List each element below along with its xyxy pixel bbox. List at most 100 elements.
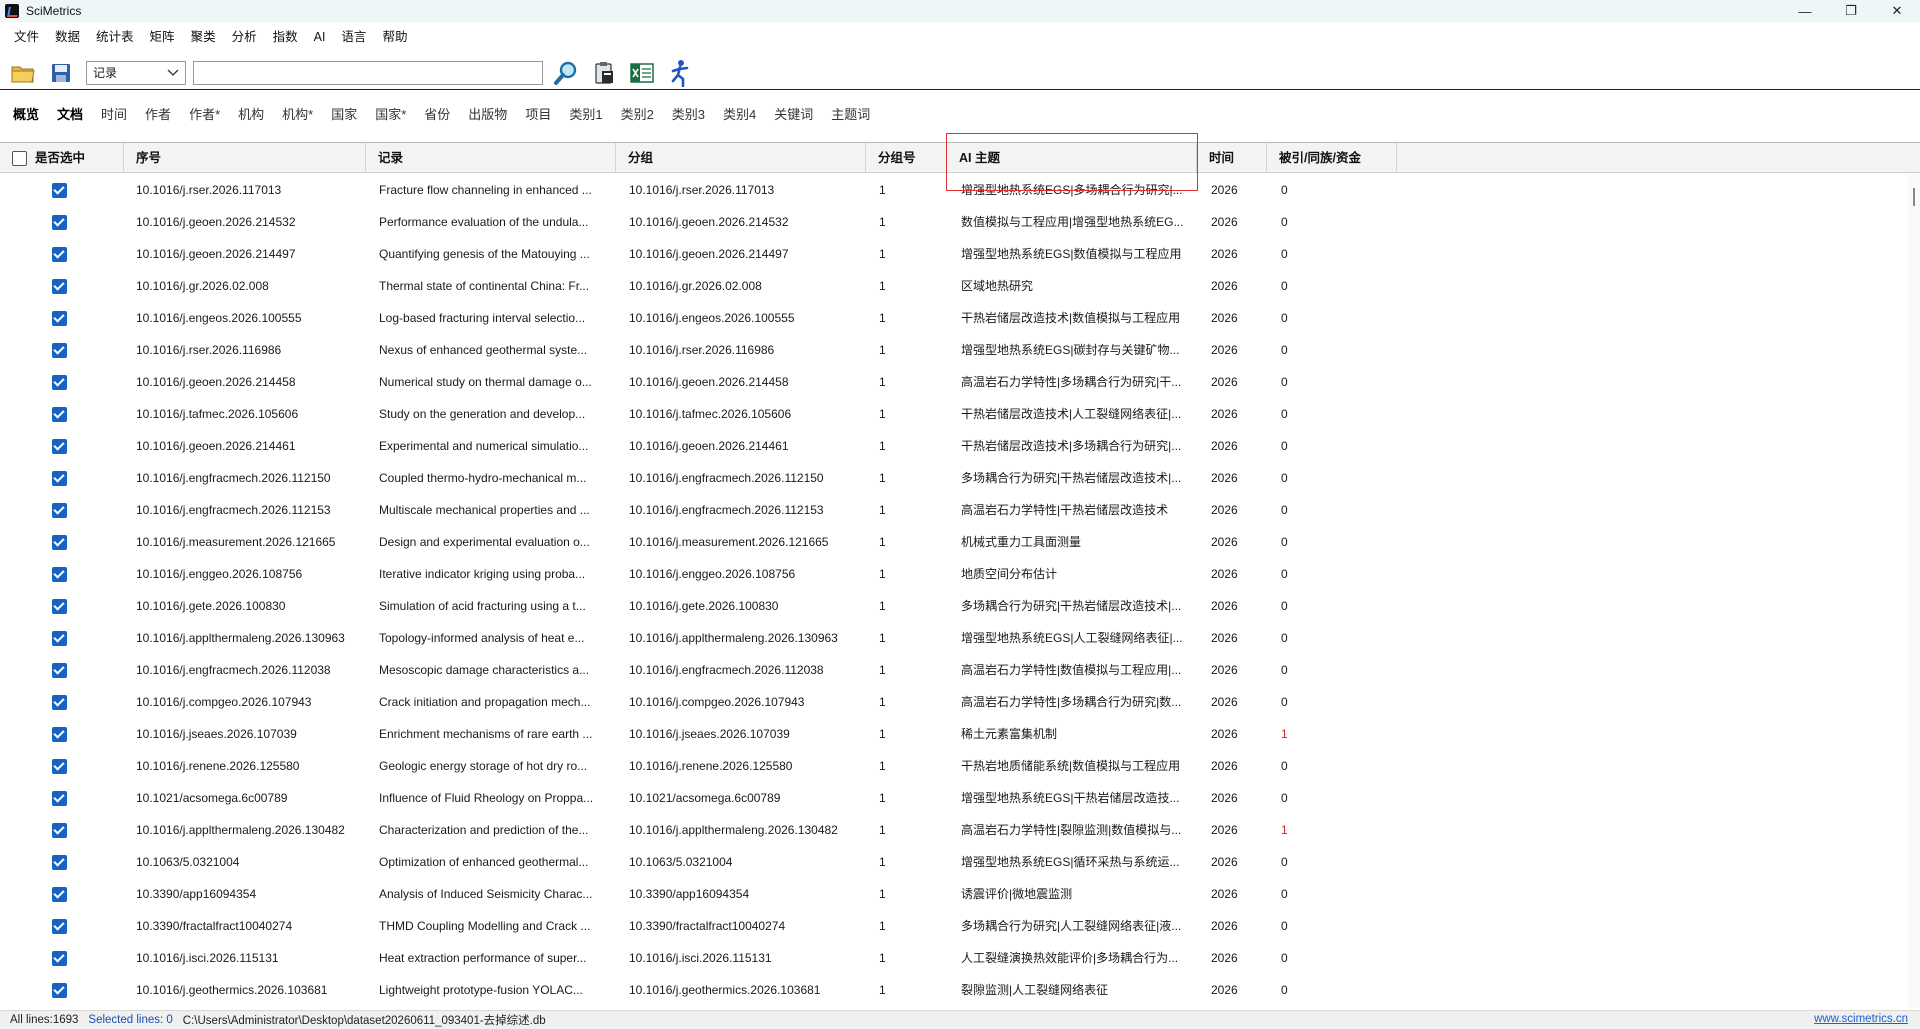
table-row[interactable]: 10.1021/acsomega.6c00789 Influence of Flu… — [0, 782, 1908, 814]
excel-export-button[interactable] — [627, 58, 657, 88]
table-row[interactable]: 10.1016/j.jseaes.2026.107039 Enrichment m… — [0, 718, 1908, 750]
column-header-record[interactable]: 记录 — [366, 143, 616, 173]
row-checkbox[interactable] — [52, 855, 67, 870]
table-row[interactable]: 10.1016/j.gete.2026.100830 Simulation of … — [0, 590, 1908, 622]
row-checkbox[interactable] — [52, 247, 67, 262]
row-checkbox[interactable] — [52, 567, 67, 582]
column-header-ai-topic[interactable]: AI 主题 — [947, 143, 1197, 173]
close-icon[interactable]: ✕ — [1874, 0, 1920, 22]
menu-data[interactable]: 数据 — [47, 24, 88, 50]
row-checkbox[interactable] — [52, 759, 67, 774]
tab-documents[interactable]: 文档 — [48, 92, 92, 138]
tab-author[interactable]: 作者 — [136, 92, 180, 138]
table-row[interactable]: 10.1016/j.tafmec.2026.105606 Study on the… — [0, 398, 1908, 430]
run-button[interactable] — [665, 58, 695, 88]
table-row[interactable]: 10.1016/j.gr.2026.02.008 Thermal state of… — [0, 270, 1908, 302]
table-row[interactable]: 10.1063/5.0321004 Optimization of enhance… — [0, 846, 1908, 878]
table-row[interactable]: 10.1016/j.enggeo.2026.108756 Iterative in… — [0, 558, 1908, 590]
menu-stats-table[interactable]: 统计表 — [88, 24, 142, 50]
row-checkbox[interactable] — [52, 343, 67, 358]
tab-category-1[interactable]: 类别1 — [560, 92, 611, 138]
column-header-selected[interactable]: 是否选中 — [0, 143, 124, 173]
tab-time[interactable]: 时间 — [92, 92, 136, 138]
row-checkbox[interactable] — [52, 375, 67, 390]
maximize-icon[interactable]: ❐ — [1828, 0, 1874, 22]
menu-help[interactable]: 帮助 — [374, 24, 415, 50]
menu-file[interactable]: 文件 — [6, 24, 47, 50]
menu-language[interactable]: 语言 — [333, 24, 374, 50]
row-checkbox[interactable] — [52, 503, 67, 518]
column-header-group[interactable]: 分组 — [616, 143, 866, 173]
row-checkbox[interactable] — [52, 919, 67, 934]
column-header-time[interactable]: 时间 — [1197, 143, 1267, 173]
tab-country-star[interactable]: 国家* — [366, 92, 415, 138]
tab-overview[interactable]: 概览 — [4, 92, 48, 138]
tab-subject-terms[interactable]: 主题词 — [822, 92, 879, 138]
menu-matrix[interactable]: 矩阵 — [142, 24, 183, 50]
table-row[interactable]: 10.1016/j.engfracmech.2026.112153 Multisc… — [0, 494, 1908, 526]
tab-author-star[interactable]: 作者* — [180, 92, 229, 138]
table-row[interactable]: 10.1016/j.engfracmech.2026.112150 Coupled… — [0, 462, 1908, 494]
row-checkbox[interactable] — [52, 407, 67, 422]
select-all-checkbox[interactable] — [12, 151, 27, 167]
row-checkbox[interactable] — [52, 791, 67, 806]
save-button[interactable] — [46, 58, 76, 88]
row-checkbox[interactable] — [52, 215, 67, 230]
row-checkbox[interactable] — [52, 631, 67, 646]
row-checkbox[interactable] — [52, 823, 67, 838]
tab-keywords[interactable]: 关键词 — [765, 92, 822, 138]
tab-category-2[interactable]: 类别2 — [612, 92, 663, 138]
table-row[interactable]: 10.1016/j.geothermics.2026.103681 Lightwe… — [0, 974, 1908, 1006]
search-input[interactable] — [193, 60, 543, 85]
row-checkbox[interactable] — [52, 983, 67, 998]
column-header-citations[interactable]: 被引/同族/资金 — [1267, 143, 1397, 173]
table-row[interactable]: 10.1016/j.compgeo.2026.107943 Crack initi… — [0, 686, 1908, 718]
tab-institution-star[interactable]: 机构* — [273, 92, 322, 138]
column-header-group-no[interactable]: 分组号 — [866, 143, 947, 173]
row-checkbox[interactable] — [52, 183, 67, 198]
record-type-select[interactable]: 记录 — [86, 60, 186, 85]
column-header-id[interactable]: 序号 — [124, 143, 366, 173]
tab-publication[interactable]: 出版物 — [459, 92, 516, 138]
row-checkbox[interactable] — [52, 695, 67, 710]
clipboard-button[interactable] — [589, 58, 619, 88]
table-row[interactable]: 10.1016/j.rser.2026.117013 Fracture flow … — [0, 174, 1908, 206]
table-row[interactable]: 10.1016/j.applthermaleng.2026.130963 Topo… — [0, 622, 1908, 654]
row-checkbox[interactable] — [52, 535, 67, 550]
table-row[interactable]: 10.1016/j.engfracmech.2026.112038 Mesosco… — [0, 654, 1908, 686]
table-row[interactable]: 10.1016/j.renene.2026.125580 Geologic ene… — [0, 750, 1908, 782]
tab-institution[interactable]: 机构 — [229, 92, 273, 138]
vertical-scrollbar[interactable] — [1908, 174, 1920, 1008]
menu-cluster[interactable]: 聚类 — [183, 24, 224, 50]
row-checkbox[interactable] — [52, 663, 67, 678]
scrollbar-thumb[interactable] — [1913, 188, 1915, 206]
open-folder-button[interactable] — [8, 58, 38, 88]
tab-province[interactable]: 省份 — [415, 92, 459, 138]
table-row[interactable]: 10.1016/j.measurement.2026.121665 Design … — [0, 526, 1908, 558]
menu-analysis[interactable]: 分析 — [224, 24, 265, 50]
table-row[interactable]: 10.1016/j.engeos.2026.100555 Log-based fr… — [0, 302, 1908, 334]
minimize-icon[interactable]: — — [1782, 0, 1828, 22]
tab-category-4[interactable]: 类别4 — [714, 92, 765, 138]
row-checkbox[interactable] — [52, 439, 67, 454]
row-checkbox[interactable] — [52, 471, 67, 486]
table-row[interactable]: 10.1016/j.rser.2026.116986 Nexus of enhan… — [0, 334, 1908, 366]
row-checkbox[interactable] — [52, 311, 67, 326]
table-row[interactable]: 10.1016/j.isci.2026.115131 Heat extractio… — [0, 942, 1908, 974]
search-button[interactable] — [551, 58, 581, 88]
menu-ai[interactable]: AI — [306, 24, 334, 50]
row-checkbox[interactable] — [52, 951, 67, 966]
row-checkbox[interactable] — [52, 599, 67, 614]
website-link[interactable]: www.scimetrics.cn — [1814, 1013, 1908, 1025]
table-row[interactable]: 10.1016/j.geoen.2026.214497 Quantifying g… — [0, 238, 1908, 270]
tab-country[interactable]: 国家 — [322, 92, 366, 138]
row-checkbox[interactable] — [52, 279, 67, 294]
table-row[interactable]: 10.1016/j.applthermaleng.2026.130482 Char… — [0, 814, 1908, 846]
table-row[interactable]: 10.1016/j.geoen.2026.214532 Performance e… — [0, 206, 1908, 238]
table-row[interactable]: 10.3390/app16094354 Analysis of Induced S… — [0, 878, 1908, 910]
menu-index[interactable]: 指数 — [265, 24, 306, 50]
tab-project[interactable]: 项目 — [516, 92, 560, 138]
table-row[interactable]: 10.1016/j.geoen.2026.214461 Experimental … — [0, 430, 1908, 462]
row-checkbox[interactable] — [52, 887, 67, 902]
row-checkbox[interactable] — [52, 727, 67, 742]
